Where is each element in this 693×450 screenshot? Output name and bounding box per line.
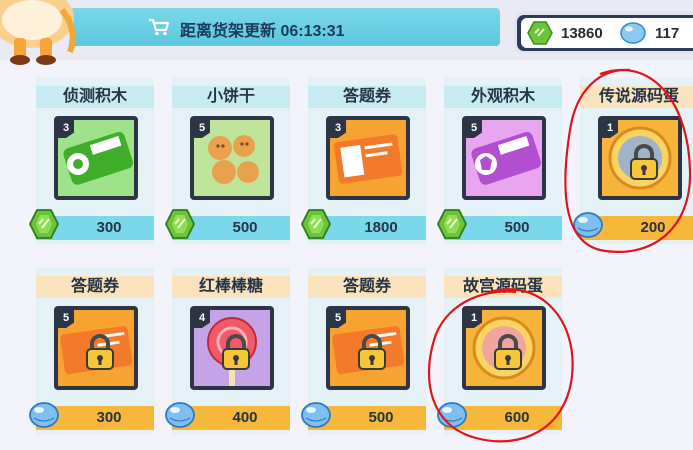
item-price: 600 bbox=[504, 409, 530, 426]
shop-item-card[interactable]: 答题券 5 300 bbox=[29, 268, 154, 434]
item-title: 侦测积木 bbox=[62, 88, 127, 105]
shop-item-card[interactable]: 传说源码蛋 1 200 bbox=[573, 78, 693, 244]
shop-item-card[interactable]: 答题券 5 500 bbox=[301, 268, 426, 434]
gem-balance: 13860 bbox=[527, 21, 603, 45]
shelf-refresh-bar: 距离货架更新 06:13:31 bbox=[70, 8, 500, 46]
item-title: 小饼干 bbox=[206, 88, 255, 105]
item-price: 200 bbox=[640, 219, 666, 236]
item-price: 500 bbox=[368, 409, 394, 426]
item-price: 300 bbox=[96, 409, 122, 426]
item-image: 5 bbox=[462, 116, 546, 200]
shop-item-card[interactable]: 答题券 3 1800 bbox=[300, 78, 426, 244]
item-image: 1 bbox=[462, 306, 546, 390]
lock-icon bbox=[86, 334, 114, 370]
item-title: 答题券 bbox=[70, 278, 119, 295]
currency-bar: 13860 117 bbox=[514, 12, 693, 54]
item-image: 5 bbox=[54, 306, 138, 390]
shop-item-card[interactable]: 红棒棒糖 4 400 bbox=[165, 268, 290, 434]
item-image: 1 bbox=[598, 116, 682, 200]
lock-icon bbox=[358, 334, 386, 370]
lock-icon bbox=[494, 334, 522, 370]
gem-icon bbox=[527, 21, 553, 45]
shelf-refresh-countdown: 距离货架更新 06:13:31 bbox=[180, 23, 345, 40]
item-title: 答题券 bbox=[342, 88, 391, 105]
shop-item-card[interactable]: 小饼干 5 500 bbox=[164, 78, 290, 244]
shop-item-card[interactable]: 侦测积木 3 300 bbox=[28, 78, 154, 244]
item-price: 400 bbox=[232, 409, 258, 426]
item-price: 300 bbox=[96, 219, 122, 236]
item-price: 500 bbox=[232, 219, 258, 236]
shop-item-card[interactable]: 外观积木 5 500 bbox=[436, 78, 562, 244]
item-price: 1800 bbox=[364, 219, 398, 236]
item-image: 5 bbox=[190, 116, 274, 200]
item-title: 故宫源码蛋 bbox=[462, 278, 543, 295]
item-title: 外观积木 bbox=[470, 88, 535, 105]
item-price: 500 bbox=[504, 219, 530, 236]
item-title: 答题券 bbox=[342, 278, 391, 295]
mascot-character bbox=[0, 0, 76, 65]
crystal-icon bbox=[620, 22, 646, 44]
item-image: 4 bbox=[190, 306, 274, 390]
cart-icon bbox=[149, 18, 170, 36]
shop-item-card[interactable]: 故宫源码蛋 1 600 bbox=[437, 268, 562, 434]
item-image: 3 bbox=[326, 116, 410, 200]
lock-icon bbox=[630, 144, 658, 180]
crystal-balance: 117 bbox=[619, 21, 679, 45]
item-image: 5 bbox=[326, 306, 410, 390]
item-image: 3 bbox=[54, 116, 138, 200]
item-title: 传说源码蛋 bbox=[598, 88, 679, 105]
lock-icon bbox=[222, 334, 250, 370]
item-title: 红棒棒糖 bbox=[198, 278, 263, 295]
